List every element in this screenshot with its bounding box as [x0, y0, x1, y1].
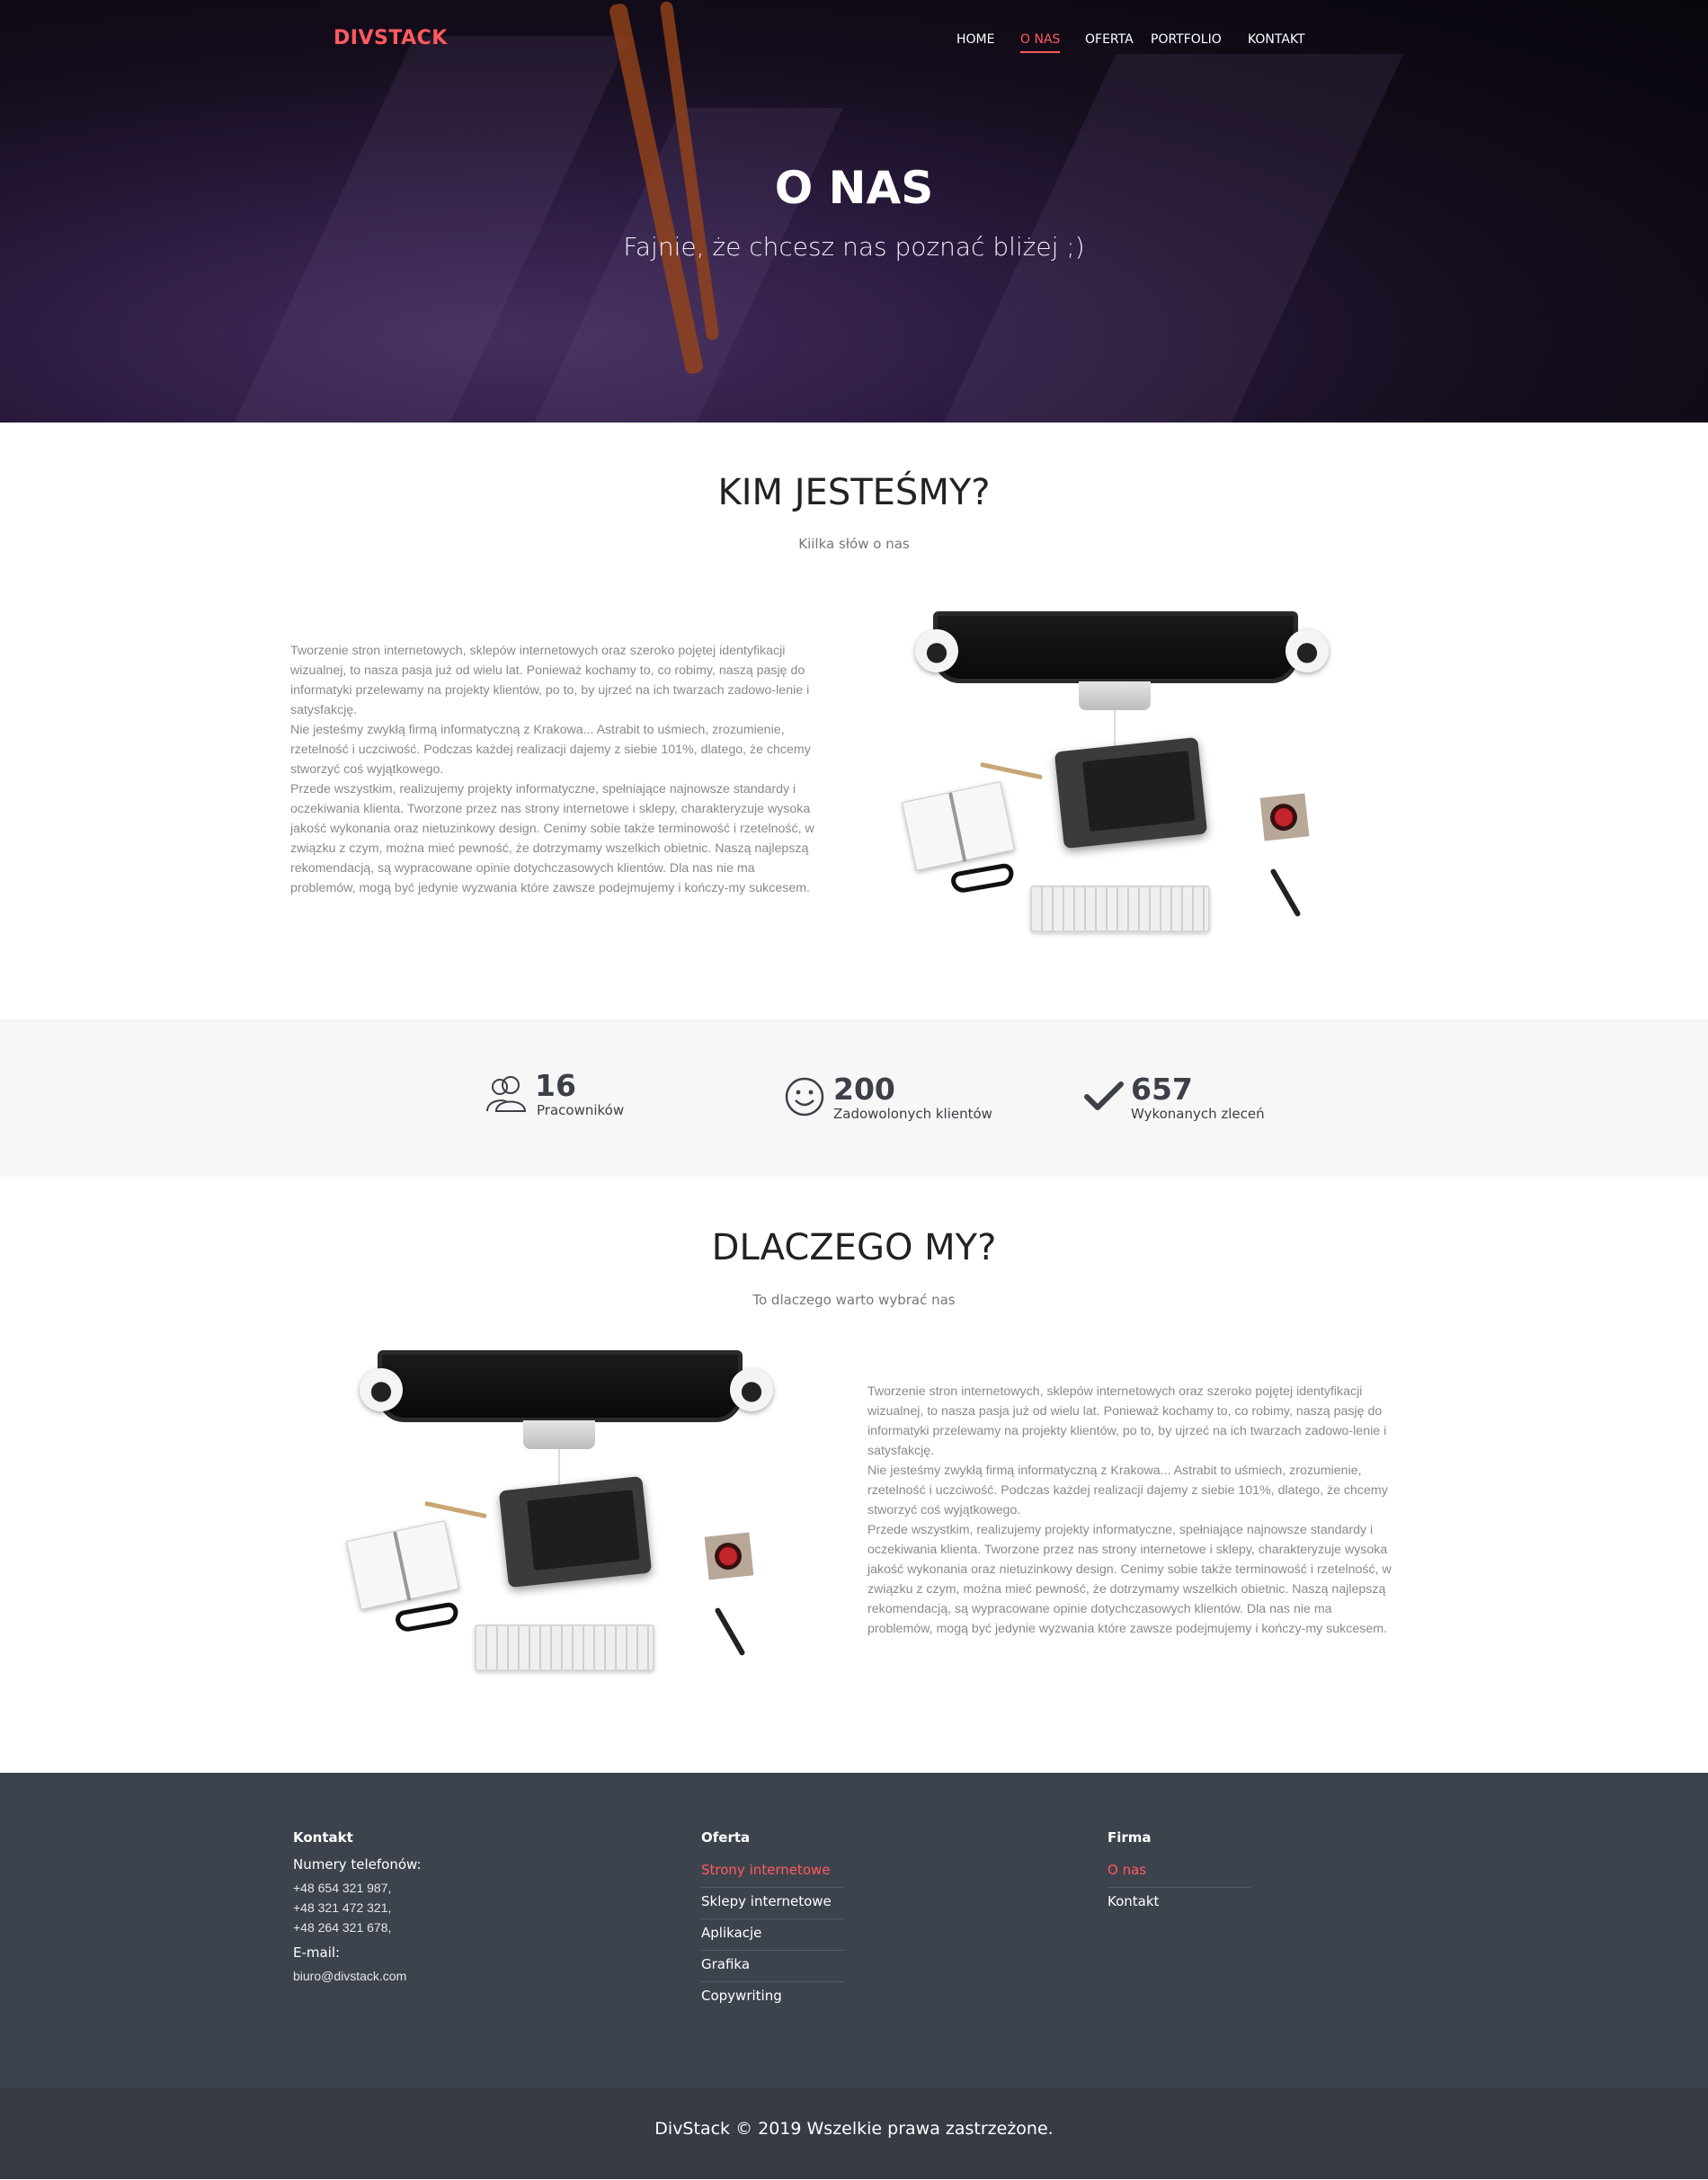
- nav-about[interactable]: O NAS: [1020, 32, 1061, 53]
- footer-contact-heading: Kontakt: [293, 1829, 353, 1846]
- nav-offer[interactable]: OFERTA: [1085, 32, 1134, 47]
- who-text: Tworzenie stron internetowych, sklepów i…: [290, 641, 821, 898]
- footer-link-shops[interactable]: Sklepy internetowe: [701, 1888, 845, 1919]
- stat-employees-label: Pracowników: [537, 1102, 625, 1118]
- main-nav: HOME O NAS OFERTA PORTFOLIO KONTAKT: [0, 32, 1708, 59]
- footer-phone[interactable]: +48 264 321 678,: [293, 1918, 422, 1937]
- monitor-image: [933, 611, 1298, 683]
- footer-phones-label: Numery telefonów:: [293, 1856, 422, 1873]
- smile-icon: [785, 1077, 824, 1117]
- nav-home[interactable]: HOME: [956, 32, 994, 47]
- footer-link-websites[interactable]: Strony internetowe: [701, 1856, 845, 1888]
- nav-contact[interactable]: KONTAKT: [1248, 32, 1305, 47]
- who-paragraph-1: Tworzenie stron internetowych, sklepów i…: [290, 644, 810, 717]
- footer-company-heading: Firma: [1108, 1829, 1152, 1846]
- why-title: DLACZEGO MY?: [711, 1227, 997, 1268]
- footer-link-about[interactable]: O nas: [1108, 1856, 1251, 1888]
- desk-illustration: [343, 1350, 773, 1674]
- copyright-text: DivStack © 2019 Wszelkie prawa zastrzeżo…: [654, 2119, 1054, 2139]
- who-paragraph-2: Nie jesteśmy zwykłą firmą informatyczną …: [290, 723, 811, 777]
- why-text: Tworzenie stron internetowych, sklepów i…: [867, 1382, 1398, 1639]
- footer-company-column: Firma O nas Kontakt: [1108, 1829, 1251, 1918]
- footer-phone[interactable]: +48 654 321 987,: [293, 1878, 422, 1898]
- keyboard-image: [475, 1624, 654, 1671]
- coffee-cup-image: [1259, 793, 1310, 841]
- stat-orders-number: 657: [1131, 1072, 1193, 1107]
- nav-portfolio[interactable]: PORTFOLIO: [1151, 32, 1222, 47]
- keyboard-image: [1030, 885, 1210, 932]
- who-title: KIM JESTEŚMY?: [717, 472, 991, 513]
- hero-subtitle: Fajnie, że chcesz nas poznać bliżej ;): [623, 232, 1085, 262]
- stat-clients-number: 200: [833, 1072, 895, 1107]
- graphics-tablet-image: [1054, 736, 1208, 850]
- monitor-image: [378, 1350, 743, 1422]
- footer-link-apps[interactable]: Aplikacje: [701, 1919, 845, 1951]
- footer-phone[interactable]: +48 321 472 321,: [293, 1898, 422, 1918]
- why-subtitle: To dlaczego warto wybrać nas: [752, 1292, 956, 1308]
- glasses-image: [394, 1601, 460, 1633]
- who-subtitle: Kiilka słów o nas: [798, 536, 910, 552]
- check-icon: [1084, 1081, 1124, 1110]
- footer-link-graphics[interactable]: Grafika: [701, 1951, 845, 1982]
- footer-offer-heading: Oferta: [701, 1829, 751, 1846]
- footer-panel: [0, 1773, 1708, 2087]
- graphics-tablet-image: [498, 1475, 653, 1588]
- hero-banner: DIVSTACK HOME O NAS OFERTA PORTFOLIO KON…: [0, 0, 1708, 423]
- footer-contact-column: Kontakt Numery telefonów: +48 654 321 98…: [293, 1829, 422, 1986]
- desk-illustration: [899, 611, 1329, 935]
- footer-link-contact[interactable]: Kontakt: [1108, 1888, 1251, 1918]
- pencil-image: [424, 1500, 487, 1519]
- footer-email[interactable]: biuro@divstack.com: [293, 1966, 422, 1986]
- notebook-image: [902, 781, 1015, 871]
- speaker-left-image: [915, 629, 958, 672]
- why-paragraph-3: Przede wszystkim, realizujemy projekty i…: [867, 1523, 1392, 1636]
- monitor-stand-image: [523, 1420, 595, 1449]
- stylus-image: [714, 1606, 746, 1657]
- monitor-stand-image: [1079, 681, 1151, 710]
- why-paragraph-1: Tworzenie stron internetowych, sklepów i…: [867, 1384, 1387, 1458]
- stat-employees-number: 16: [535, 1068, 576, 1103]
- cable-image: [1114, 710, 1116, 746]
- stat-orders-label: Wykonanych zleceń: [1131, 1106, 1265, 1122]
- pencil-image: [980, 761, 1043, 780]
- footer-link-copywriting[interactable]: Copywriting: [701, 1982, 845, 2013]
- who-paragraph-3: Przede wszystkim, realizujemy projekty i…: [290, 782, 814, 895]
- why-paragraph-2: Nie jesteśmy zwykłą firmą informatyczną …: [867, 1464, 1388, 1517]
- footer-offer-column: Oferta Strony internetowe Sklepy interne…: [701, 1829, 845, 2013]
- users-icon: [486, 1076, 527, 1112]
- stylus-image: [1269, 868, 1302, 918]
- glasses-image: [949, 862, 1016, 894]
- coffee-cup-image: [704, 1532, 754, 1580]
- speaker-right-image: [730, 1368, 773, 1411]
- footer-email-label: E-mail:: [293, 1944, 341, 1961]
- hero-title: O NAS: [774, 162, 934, 214]
- speaker-right-image: [1285, 629, 1329, 672]
- cable-image: [558, 1449, 560, 1485]
- notebook-image: [346, 1520, 459, 1610]
- stats-bar: 16 Pracowników 200 Zadowolonych klientów…: [0, 1019, 1708, 1177]
- speaker-left-image: [360, 1368, 403, 1411]
- stat-clients-label: Zadowolonych klientów: [833, 1106, 992, 1122]
